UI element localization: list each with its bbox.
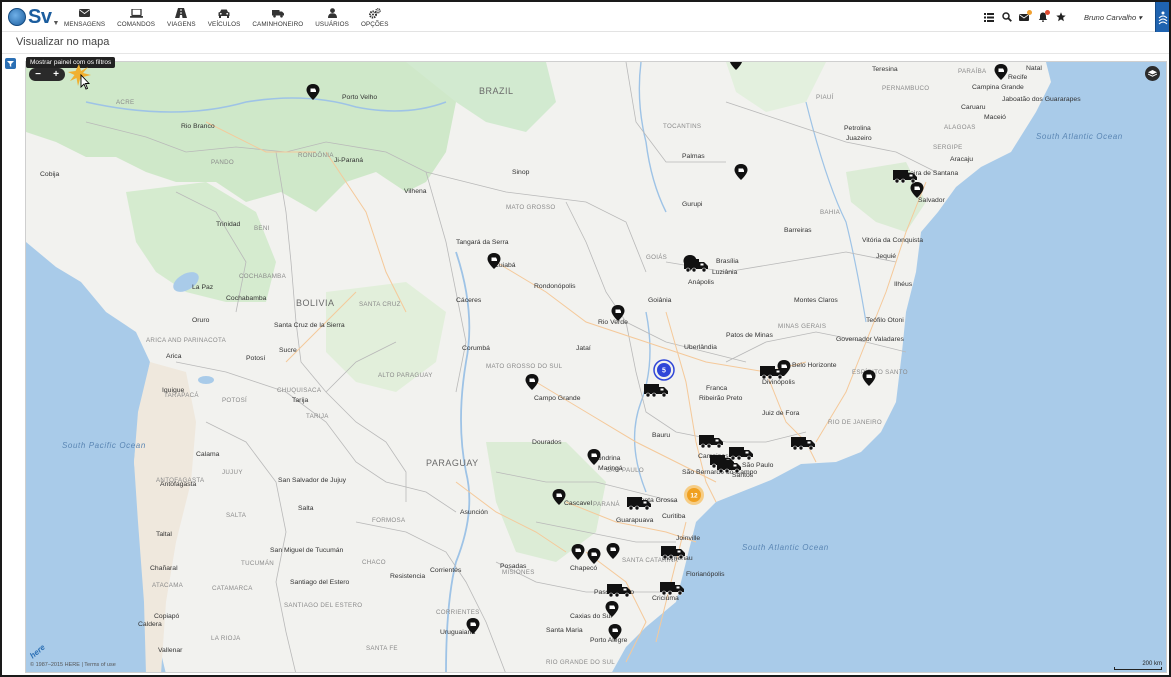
filter-panel-toggle[interactable] (5, 58, 16, 69)
nav-item-opcoes[interactable]: OPÇÕES (355, 2, 395, 32)
cluster-count: 5 (662, 368, 666, 375)
star-icon (1055, 12, 1066, 22)
nav-item-mensagens[interactable]: MENSAGENS (58, 2, 111, 32)
vehicle-truck-marker[interactable] (790, 436, 816, 451)
vehicle-pin-marker[interactable] (571, 544, 585, 560)
list-view-button[interactable] (980, 9, 997, 26)
nav-label: VEÍCULOS (207, 21, 241, 28)
nav-label: MENSAGENS (64, 21, 106, 28)
vehicle-pin-marker[interactable] (487, 253, 501, 269)
nav-label: USUÁRIOS (315, 21, 349, 28)
vehicle-pin-marker[interactable] (605, 601, 619, 617)
vehicle-truck-marker[interactable] (698, 434, 724, 449)
zoom-out-button[interactable]: − (35, 69, 41, 80)
search-button[interactable] (998, 9, 1015, 26)
header-tools: Bruno Carvalho ▾ (980, 2, 1169, 32)
logo-globe-icon (8, 8, 26, 26)
nav-label: OPÇÕES (360, 21, 389, 28)
app-frame: Sv ▼ MENSAGENS COMANDOS VIAGENS VEÍCULOS… (2, 2, 1169, 675)
vehicle-truck-marker[interactable] (606, 583, 632, 598)
vehicle-pin-marker[interactable] (606, 543, 620, 559)
gears-icon (368, 7, 382, 19)
page-header: Visualizar no mapa (2, 32, 1169, 54)
vehicle-truck-marker[interactable] (659, 581, 685, 596)
vehicle-pin-marker[interactable] (587, 548, 601, 564)
vehicle-cluster-marker[interactable]: 5 (653, 359, 675, 381)
vehicle-cluster-marker[interactable]: 12 (684, 485, 704, 505)
nav-label: COMANDOS (117, 21, 156, 28)
map-view[interactable]: BRAZIL BOLIVIA PARAGUAY South Atlantic O… (25, 61, 1167, 673)
nav-item-veiculos[interactable]: VEÍCULOS (202, 2, 247, 32)
nav-label: CAMINHONEIRO (252, 21, 304, 28)
vehicle-pin-marker[interactable] (862, 370, 876, 386)
vehicle-truck-marker[interactable] (626, 496, 652, 511)
map-scale-bar: 200 km (1112, 661, 1162, 670)
vehicle-truck-marker[interactable] (643, 383, 669, 398)
scale-label: 200 km (1142, 661, 1162, 667)
laptop-icon (129, 7, 143, 19)
vehicle-pin-marker[interactable] (525, 374, 539, 390)
click-highlight-cursor-icon (68, 64, 91, 90)
cluster-count: 12 (690, 493, 698, 500)
brand-badge (1155, 2, 1169, 32)
vehicle-pin-marker[interactable] (466, 618, 480, 634)
alerts-notification-button[interactable] (1034, 9, 1051, 26)
vehicle-pin-marker[interactable] (729, 62, 743, 70)
app-logo[interactable]: Sv ▼ (8, 6, 59, 28)
favorites-button[interactable] (1052, 9, 1069, 26)
user-icon (325, 7, 339, 19)
vehicle-pin-marker[interactable] (306, 84, 320, 100)
car-icon (217, 7, 231, 19)
notification-dot (1027, 9, 1033, 15)
notification-dot (1045, 9, 1051, 15)
vehicle-truck-marker[interactable] (683, 258, 709, 273)
list-icon (983, 12, 994, 22)
road-icon (174, 7, 188, 19)
nav-label: VIAGENS (167, 21, 196, 28)
map-markers: 5 12 (306, 62, 1008, 640)
nav-item-viagens[interactable]: VIAGENS (161, 2, 202, 32)
map-layers-button[interactable] (1145, 66, 1160, 81)
vehicle-pin-marker[interactable] (587, 449, 601, 465)
vehicle-pin-marker[interactable] (611, 305, 625, 321)
zoom-in-button[interactable]: + (53, 69, 59, 80)
vehicle-pin-marker[interactable] (608, 624, 622, 640)
truck-icon (271, 7, 285, 19)
messages-notification-button[interactable] (1016, 9, 1033, 26)
user-menu[interactable]: Bruno Carvalho ▾ (1084, 13, 1142, 22)
vehicle-truck-marker[interactable] (716, 459, 742, 474)
vehicle-truck-marker[interactable] (728, 446, 754, 461)
vehicle-pin-marker[interactable] (552, 489, 566, 505)
nav-item-comandos[interactable]: COMANDOS (111, 2, 161, 32)
user-name-label: Bruno Carvalho (1084, 12, 1137, 22)
envelope-icon (78, 7, 92, 19)
map-attribution[interactable]: © 1987–2015 HERE | Terms of use (30, 662, 116, 668)
layers-icon (1148, 69, 1157, 77)
nav-item-usuarios[interactable]: USUÁRIOS (309, 2, 355, 32)
filter-icon (7, 60, 14, 67)
vehicle-truck-marker[interactable] (892, 169, 918, 184)
vehicle-pin-marker[interactable] (994, 64, 1008, 80)
top-navigation-bar: Sv ▼ MENSAGENS COMANDOS VIAGENS VEÍCULOS… (2, 2, 1169, 32)
vehicle-pin-marker[interactable] (910, 182, 924, 198)
scale-bar-line (1114, 667, 1162, 670)
search-icon (1001, 12, 1012, 22)
vehicle-truck-marker[interactable] (660, 545, 686, 560)
page-title: Visualizar no mapa (16, 36, 110, 48)
zoom-controls: − + (29, 68, 65, 81)
logo-text: Sv (28, 5, 52, 28)
vehicle-pin-marker[interactable] (734, 164, 748, 180)
main-nav: MENSAGENS COMANDOS VIAGENS VEÍCULOS CAMI… (58, 2, 395, 32)
brand-logo-icon (1158, 11, 1167, 25)
map-attribution-text: © 1987–2015 HERE | Terms of use (30, 662, 116, 668)
nav-item-caminhoneiro[interactable]: CAMINHONEIRO (246, 2, 309, 32)
